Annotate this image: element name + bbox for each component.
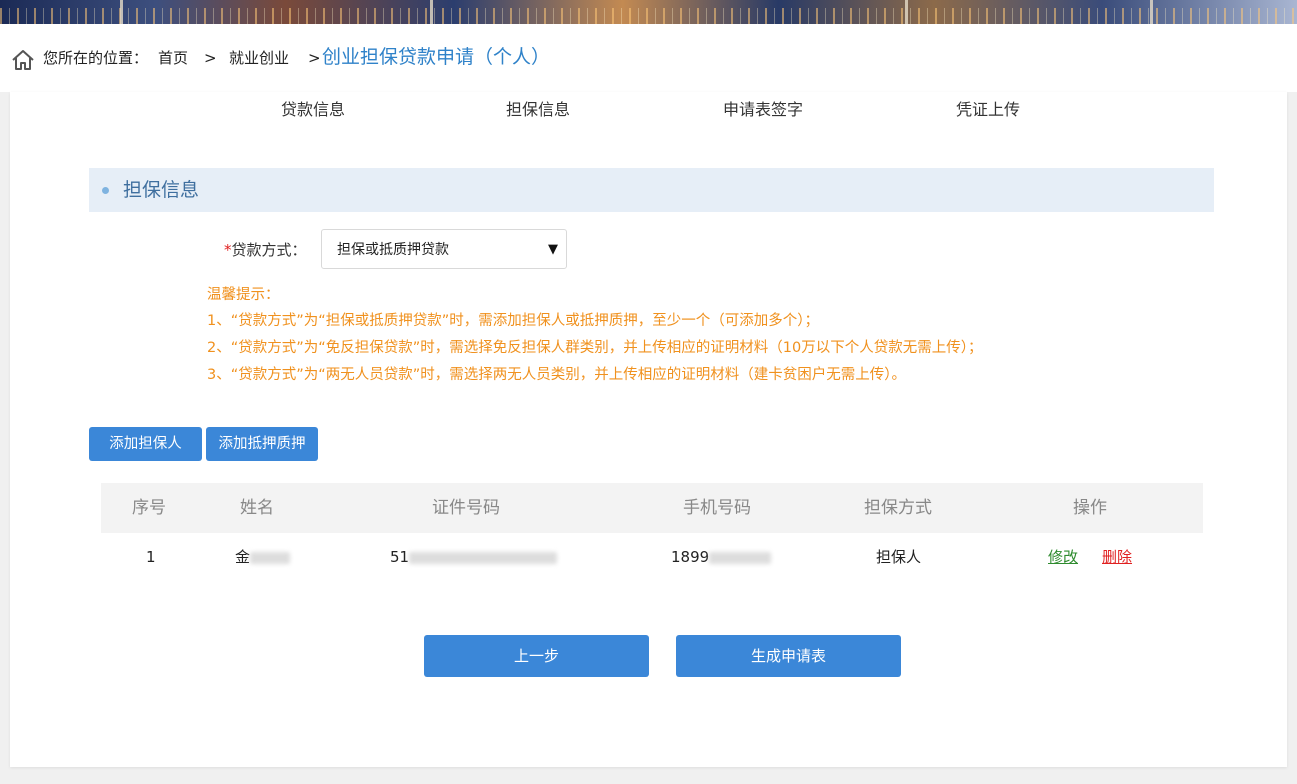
- row-index: 1: [146, 548, 156, 566]
- column-header: 操作: [1073, 498, 1107, 518]
- breadcrumb-employment-link[interactable]: 就业创业: [229, 48, 289, 68]
- column-header: 手机号码: [683, 498, 751, 518]
- breadcrumb-separator: >: [204, 49, 217, 67]
- add-guarantor-button[interactable]: 添加担保人: [89, 427, 202, 461]
- breadcrumb-current: 创业担保贷款申请（个人）: [322, 46, 551, 68]
- add-pledge-button[interactable]: 添加抵押质押: [206, 427, 318, 461]
- breadcrumb-prefix: 您所在的位置：: [43, 49, 149, 67]
- loan-method-select[interactable]: 担保或抵质押贷款 ▼: [321, 229, 567, 269]
- tip-line: 1、“贷款方式”为“担保或抵质押贷款”时，需添加担保人或抵押质押，至少一个（可添…: [207, 313, 820, 329]
- generate-form-button[interactable]: 生成申请表: [676, 635, 901, 677]
- column-header: 姓名: [240, 498, 274, 518]
- column-header: 序号: [132, 498, 166, 518]
- tip-title: 温馨提示：: [207, 287, 280, 303]
- loan-method-value: 担保或抵质押贷款: [337, 242, 449, 258]
- tip-line: 3、“贷款方式”为“两无人员贷款”时，需选择两无人员类别，并上传相应的证明材料（…: [207, 367, 907, 383]
- edit-link[interactable]: 修改: [1048, 547, 1078, 567]
- breadcrumb-bar: [0, 24, 1297, 92]
- column-header: 担保方式: [864, 498, 932, 518]
- row-guarantee-type: 担保人: [876, 548, 922, 566]
- section-header: 担保信息: [89, 168, 1214, 212]
- column-header: 证件号码: [432, 498, 500, 518]
- home-icon[interactable]: [11, 49, 35, 71]
- tip-line: 2、“贷款方式”为“免反担保贷款”时，需选择免反担保人群类别，并上传相应的证明材…: [207, 340, 983, 356]
- caret-down-icon: ▼: [548, 242, 558, 257]
- step-guarantee-info[interactable]: 担保信息: [506, 99, 570, 121]
- required-mark: *: [224, 241, 232, 259]
- breadcrumb-home-link[interactable]: 首页: [158, 48, 188, 68]
- loan-method-label: *贷款方式：: [224, 241, 307, 259]
- step-voucher-upload[interactable]: 凭证上传: [956, 99, 1020, 121]
- bullet-dot-icon: [102, 187, 109, 194]
- row-id-number: 51: [390, 547, 558, 567]
- prev-step-button[interactable]: 上一步: [424, 635, 649, 677]
- delete-link[interactable]: 删除: [1102, 547, 1132, 567]
- breadcrumb-separator: >: [308, 49, 321, 67]
- row-phone: 1899: [671, 547, 772, 567]
- header-banner-image: [0, 0, 1297, 24]
- step-form-signature[interactable]: 申请表签字: [723, 99, 803, 121]
- row-name: 金: [235, 547, 291, 567]
- section-title: 担保信息: [123, 179, 200, 201]
- step-loan-info[interactable]: 贷款信息: [281, 99, 345, 121]
